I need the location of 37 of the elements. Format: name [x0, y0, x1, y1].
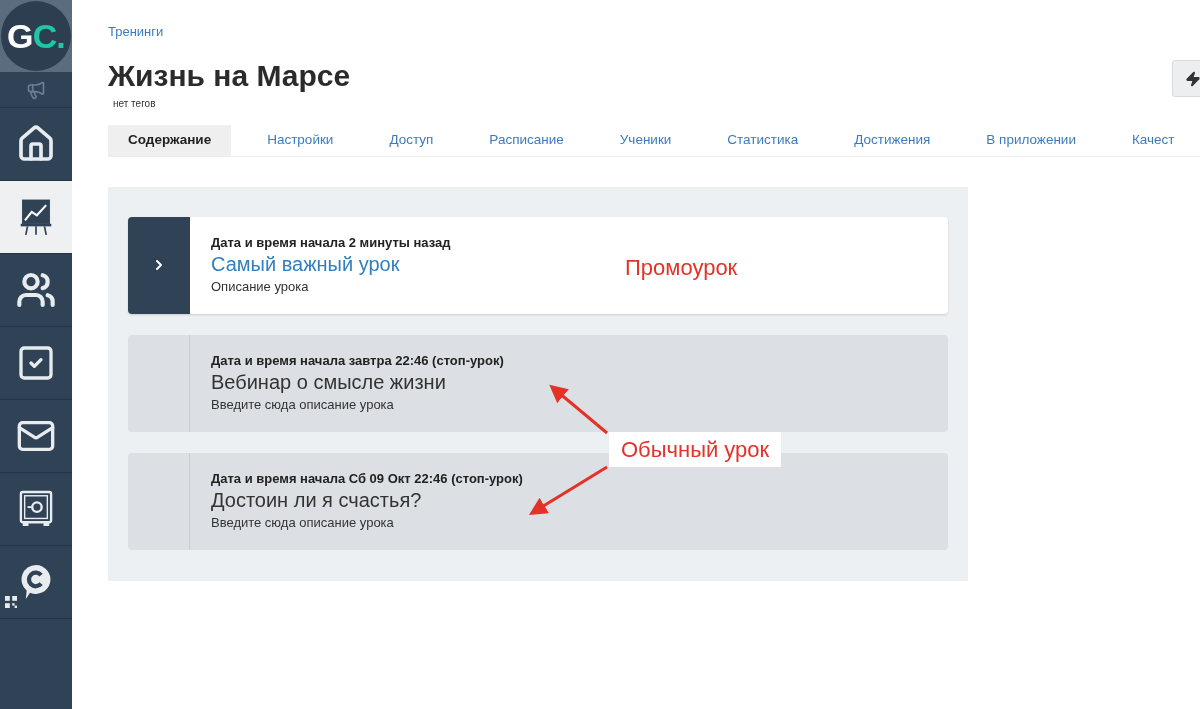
- lightning-icon: [1185, 70, 1200, 87]
- lesson-description: Описание урока: [211, 278, 310, 295]
- tab[interactable]: Расписание: [469, 124, 584, 156]
- lesson-start-time: Дата и время начала 2 минуты назад: [211, 234, 451, 251]
- tab[interactable]: Статистика: [707, 124, 819, 156]
- regular-annotation: Обычный урок: [609, 432, 782, 467]
- home-icon: [16, 124, 56, 164]
- speaker-icon: [26, 79, 46, 100]
- qr-code-icon: [5, 596, 17, 608]
- arrow: [549, 384, 608, 435]
- tab[interactable]: Достижения: [834, 124, 951, 156]
- tags-label: нет тегов: [113, 96, 156, 111]
- page-title: Жизнь на Марсе: [108, 57, 351, 94]
- sidebar-item[interactable]: [0, 181, 72, 254]
- lesson-description: Введите сюда описание урока: [211, 396, 395, 413]
- chart-board-icon: [19, 198, 53, 236]
- lesson-card[interactable]: Дата и время начала завтра 22:46 (стоп-урок) Вебинар о смысле жизни Введите сюда описание урока: [128, 334, 948, 432]
- tab[interactable]: Качест: [1111, 124, 1195, 156]
- tab[interactable]: Настройки: [247, 124, 354, 156]
- tab[interactable]: В приложении: [966, 124, 1096, 156]
- users-icon: [16, 270, 56, 310]
- tab[interactable]: Ученики: [599, 124, 692, 156]
- lesson-start-time: Дата и время начала завтра 22:46 (стоп-урок): [211, 352, 504, 369]
- breadcrumb-link[interactable]: Тренинги: [108, 22, 164, 42]
- checkbox-icon: [16, 343, 56, 383]
- promo-annotation: Промоурок: [625, 254, 738, 282]
- lesson-title: Достоин ли я счастья?: [211, 487, 423, 513]
- chat-logo-icon: [19, 563, 53, 601]
- lesson-start-time: Дата и время начала Сб 09 Окт 22:46 (стоп-урок): [211, 470, 523, 487]
- logo[interactable]: GC.: [1, 1, 71, 71]
- safe-icon: [19, 490, 53, 528]
- tab[interactable]: Содержание: [108, 124, 232, 156]
- tab[interactable]: Доступ: [369, 124, 454, 156]
- lightning-button[interactable]: [1172, 60, 1200, 97]
- lesson-title[interactable]: Самый важный урок: [211, 250, 451, 277]
- lesson-title: Вебинар о смысле жизни: [211, 369, 447, 395]
- lesson-description: Введите сюда описание урока: [211, 514, 395, 531]
